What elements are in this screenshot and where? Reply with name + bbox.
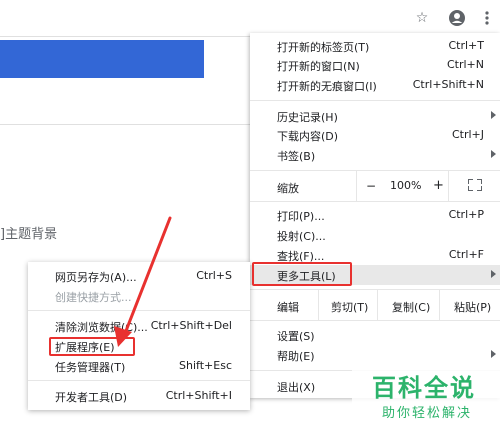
watermark-subtitle: 助你轻松解决 bbox=[382, 406, 473, 421]
watermark: 百科全说 助你轻松解决 bbox=[352, 364, 500, 431]
watermark-title: 百科全说 bbox=[372, 374, 476, 402]
